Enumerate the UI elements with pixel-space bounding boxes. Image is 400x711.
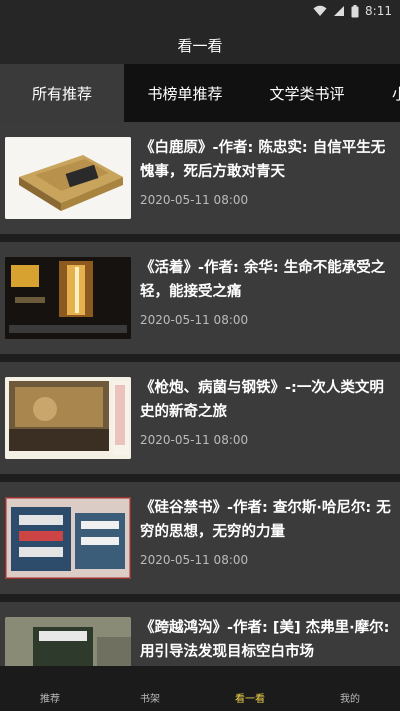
status-bar: 8:11 bbox=[0, 0, 400, 26]
article-thumbnail bbox=[5, 617, 131, 666]
article-feed[interactable]: 《白鹿原》-作者: 陈忠实: 自信平生无愧事，死后方敢对青天 2020-05-1… bbox=[0, 122, 400, 666]
article-title: 《活着》-作者: 余华: 生命不能承受之轻，能接受之痛 bbox=[140, 260, 386, 300]
nav-label: 看一看 bbox=[235, 694, 265, 705]
signal-icon bbox=[334, 6, 345, 16]
article-card[interactable]: 《跨越鸿沟》-作者: [美] 杰弗里·摩尔: 用引导法发现目标空白市场 bbox=[0, 602, 400, 666]
article-card[interactable]: 《活着》-作者: 余华: 生命不能承受之轻，能接受之痛 2020-05-11 0… bbox=[0, 242, 400, 354]
book-cover-image bbox=[5, 137, 131, 219]
article-title: 《枪炮、病菌与钢铁》-:一次人类文明史的新奇之旅 bbox=[140, 380, 384, 420]
tab-label: 所有推荐 bbox=[31, 84, 92, 103]
tab-label: 小 bbox=[392, 84, 400, 103]
article-card[interactable]: 《白鹿原》-作者: 陈忠实: 自信平生无愧事，死后方敢对青天 2020-05-1… bbox=[0, 122, 400, 234]
article-date: 2020-05-11 08:00 bbox=[140, 313, 249, 327]
tab-label: 文学类书评 bbox=[269, 84, 345, 103]
nav-bookshelf[interactable]: 书架 bbox=[100, 666, 200, 711]
book-cover-image bbox=[5, 257, 131, 339]
article-card[interactable]: 《枪炮、病菌与钢铁》-:一次人类文明史的新奇之旅 2020-05-11 08:0… bbox=[0, 362, 400, 474]
book-cover-image bbox=[5, 377, 131, 459]
battery-icon bbox=[351, 4, 359, 17]
article-thumbnail bbox=[5, 137, 131, 219]
article-card[interactable]: 《硅谷禁书》-作者: 查尔斯·哈尼尔: 无穷的思想，无穷的力量 2020-05-… bbox=[0, 482, 400, 594]
bottom-navigation: 推荐 书架 看一看 我的 bbox=[0, 666, 400, 711]
tab-book-list-recommendations[interactable]: 书榜单推荐 bbox=[124, 64, 246, 122]
page-title: 看一看 bbox=[177, 36, 223, 55]
nav-label: 书架 bbox=[140, 694, 160, 705]
book-cover-image bbox=[5, 617, 131, 666]
tab-all-recommendations[interactable]: 所有推荐 bbox=[0, 64, 124, 122]
tab-label: 书榜单推荐 bbox=[147, 84, 223, 103]
nav-label: 推荐 bbox=[40, 694, 60, 705]
app-header: 看一看 bbox=[0, 26, 400, 64]
article-title: 《白鹿原》-作者: 陈忠实: 自信平生无愧事，死后方敢对青天 bbox=[140, 140, 386, 180]
category-tabs: 所有推荐 书榜单推荐 文学类书评 小 bbox=[0, 64, 400, 122]
article-title: 《硅谷禁书》-作者: 查尔斯·哈尼尔: 无穷的思想，无穷的力量 bbox=[140, 500, 391, 540]
article-date: 2020-05-11 08:00 bbox=[140, 433, 249, 447]
nav-profile[interactable]: 我的 bbox=[300, 666, 400, 711]
nav-recommend[interactable]: 推荐 bbox=[0, 666, 100, 711]
wifi-icon bbox=[313, 5, 327, 16]
article-date: 2020-05-11 08:00 bbox=[140, 193, 249, 207]
tab-literature-reviews[interactable]: 文学类书评 bbox=[246, 64, 368, 122]
article-thumbnail bbox=[5, 257, 131, 339]
article-thumbnail bbox=[5, 377, 131, 459]
tab-more[interactable]: 小 bbox=[368, 64, 400, 122]
book-cover-image bbox=[5, 497, 131, 579]
article-thumbnail bbox=[5, 497, 131, 579]
nav-label: 我的 bbox=[340, 694, 360, 705]
status-time: 8:11 bbox=[365, 4, 392, 18]
nav-discover[interactable]: 看一看 bbox=[200, 666, 300, 711]
article-date: 2020-05-11 08:00 bbox=[140, 553, 249, 567]
article-title: 《跨越鸿沟》-作者: [美] 杰弗里·摩尔: 用引导法发现目标空白市场 bbox=[140, 620, 390, 660]
status-icons: 8:11 bbox=[313, 4, 392, 18]
